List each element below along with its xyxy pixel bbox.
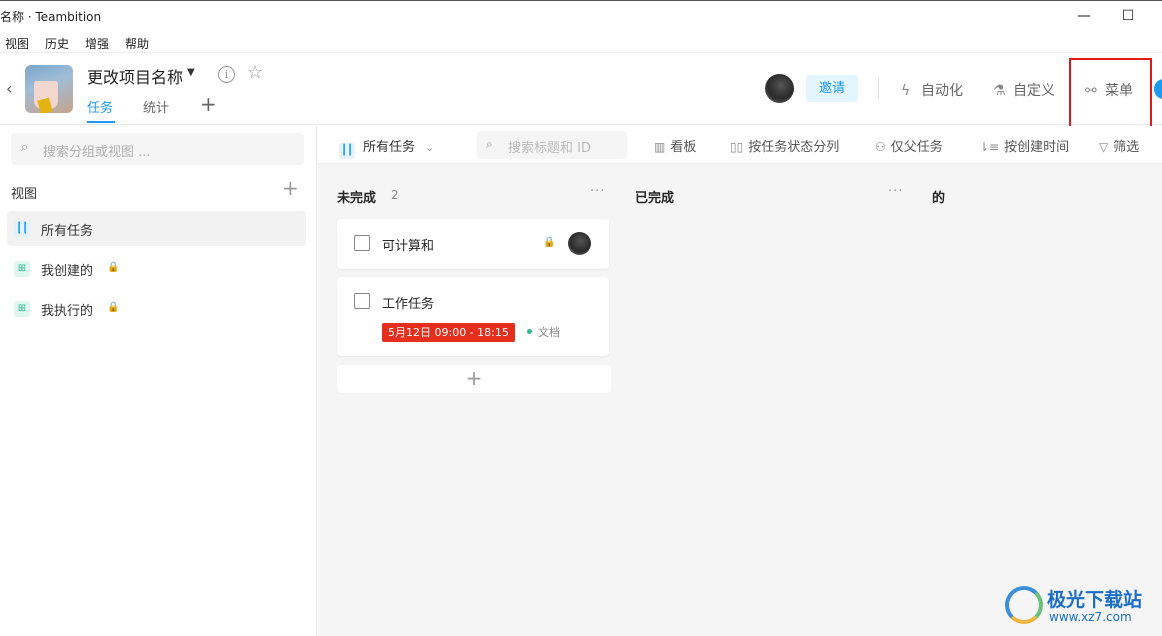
watermark-icon [1005, 586, 1043, 624]
view-bars-icon: ┃┃ [339, 143, 355, 159]
customize-label: 自定义 [1013, 83, 1055, 99]
edge-badge[interactable] [1154, 79, 1162, 99]
view-bars-icon: ┃┃ [14, 221, 30, 237]
watermark-logo: 极光下载站 www.xz7.com [1005, 583, 1157, 629]
add-view-icon[interactable]: + [282, 176, 299, 200]
chevron-down-icon: ⌄ [425, 141, 435, 154]
watermark-url: www.xz7.com [1049, 610, 1132, 624]
customize-button[interactable]: ⚗ 自定义 [993, 80, 1055, 100]
avatar[interactable] [568, 232, 591, 255]
board-toolbar: ┃┃ 所有任务 ⌄ ⌕ 搜索标题和 ID ▥ 看板 ▯▯ 按任务状态分列 ⚇ 仅父任务 ⇂… [318, 126, 1162, 164]
menu-view[interactable]: 视图 [5, 35, 29, 52]
views-section-title: 视图 [11, 187, 38, 202]
task-tag: 文档 [538, 326, 560, 339]
info-icon[interactable]: i [218, 66, 235, 83]
automation-button[interactable]: ϟ 自动化 [901, 80, 963, 100]
lock-icon: 🔒 [107, 262, 120, 273]
invite-button[interactable]: 邀请 [806, 75, 858, 102]
flask-icon: ⚗ [993, 83, 1006, 99]
sidebar: ⌕ 搜索分组或视图 ... 视图 + ┃┃ 所有任务 ⊞ 我创建的 🔒 ⊞ 我执… [0, 126, 317, 636]
task-card[interactable]: 可计算和 🔒 [337, 219, 609, 269]
hierarchy-icon: ⚇ [875, 140, 886, 154]
more-icon[interactable]: ··· [888, 184, 903, 199]
sidebar-search-placeholder: 搜索分组或视图 ... [43, 145, 151, 160]
group-by-status-label: 按任务状态分列 [748, 140, 840, 155]
lock-icon: 🔒 [543, 237, 556, 248]
task-checkbox[interactable] [354, 235, 370, 251]
divider [878, 78, 879, 99]
sidebar-item-label: 我执行的 [41, 304, 94, 319]
caret-down-icon[interactable]: ▼ [187, 67, 195, 78]
add-tab-icon[interactable]: + [200, 92, 217, 116]
search-icon: ⌕ [486, 137, 493, 151]
sort-button[interactable]: ⇂≡ 按创建时间 [979, 136, 1069, 155]
filter-icon: ▽ [1099, 140, 1109, 154]
search-icon: ⌕ [21, 140, 29, 155]
back-icon[interactable]: ‹ [6, 79, 12, 98]
task-card[interactable]: 工作任务 5月12日 09:00 - 18:15 文档 [337, 277, 609, 356]
lightning-icon: ϟ [901, 83, 911, 99]
menu-help[interactable]: 帮助 [125, 35, 149, 52]
view-selector-label: 所有任务 [363, 140, 416, 155]
menu-enhance[interactable]: 增强 [85, 35, 109, 52]
parent-only-button[interactable]: ⚇ 仅父任务 [875, 136, 943, 155]
highlight-box [1069, 58, 1152, 133]
column-count: 2 [391, 188, 399, 202]
group-by-status-button[interactable]: ▯▯ 按任务状态分列 [730, 136, 839, 155]
sidebar-item-assigned-to-me[interactable]: ⊞ 我执行的 🔒 [7, 291, 306, 326]
project-title[interactable]: 更改项目名称 [87, 64, 183, 88]
star-icon[interactable]: ☆ [247, 62, 263, 83]
column-title-third: 的 [932, 191, 946, 206]
filter-label: 筛选 [1113, 140, 1140, 155]
board-icon: ▥ [654, 140, 666, 154]
column-title-incomplete: 未完成 [337, 191, 377, 206]
avatar[interactable] [765, 74, 794, 103]
tag-dot [527, 329, 532, 334]
maximize-button[interactable]: ☐ [1116, 4, 1140, 28]
project-cover[interactable] [25, 65, 73, 113]
filter-button[interactable]: ▽ 筛选 [1099, 136, 1139, 155]
board-view-button[interactable]: ▥ 看板 [654, 136, 696, 155]
window-title: 名称 · Teambition [0, 10, 102, 24]
sort-icon: ⇂≡ [979, 140, 1000, 154]
board-view-label: 看板 [670, 140, 697, 155]
project-header: ‹ 更改项目名称 ▼ i ☆ 任务 统计 + 邀请 ϟ 自动化 ⚗ 自定义 ⚯ 菜单 [0, 53, 1162, 133]
watermark-title: 极光下载站 [1047, 589, 1143, 611]
tab-stats[interactable]: 统计 [143, 97, 169, 116]
view-table-icon: ⊞ [14, 261, 30, 277]
sidebar-item-label: 所有任务 [41, 224, 94, 239]
menu-history[interactable]: 历史 [45, 35, 69, 52]
sidebar-item-all-tasks[interactable]: ┃┃ 所有任务 [7, 211, 306, 246]
task-search-placeholder: 搜索标题和 ID [508, 141, 591, 156]
column-title-done: 已完成 [635, 191, 675, 206]
task-title: 可计算和 [382, 239, 435, 254]
minimize-button[interactable]: — [1072, 4, 1096, 28]
view-selector[interactable]: ┃┃ 所有任务 ⌄ [339, 136, 434, 159]
title-bar: 名称 · Teambition — ☐ [0, 0, 1162, 31]
parent-only-label: 仅父任务 [890, 140, 943, 155]
sidebar-search-input[interactable]: ⌕ 搜索分组或视图 ... [11, 133, 304, 165]
automation-label: 自动化 [921, 83, 963, 99]
more-icon[interactable]: ··· [590, 184, 605, 199]
task-search-input[interactable]: ⌕ 搜索标题和 ID [477, 131, 627, 159]
menu-bar: 视图 历史 增强 帮助 [0, 31, 1162, 53]
board-area: ┃┃ 所有任务 ⌄ ⌕ 搜索标题和 ID ▥ 看板 ▯▯ 按任务状态分列 ⚇ 仅父任务 ⇂… [318, 126, 1162, 636]
sidebar-item-label: 我创建的 [41, 264, 94, 279]
sidebar-item-created-by-me[interactable]: ⊞ 我创建的 🔒 [7, 251, 306, 286]
lock-icon: 🔒 [107, 302, 120, 313]
tab-tasks[interactable]: 任务 [87, 97, 113, 116]
due-date-badge: 5月12日 09:00 - 18:15 [382, 323, 515, 342]
columns-icon: ▯▯ [730, 140, 744, 154]
add-task-button[interactable]: + [337, 365, 611, 393]
task-title: 工作任务 [382, 297, 435, 312]
sort-label: 按创建时间 [1004, 140, 1070, 155]
task-checkbox[interactable] [354, 293, 370, 309]
view-table-icon: ⊞ [14, 301, 30, 317]
active-tab-indicator [87, 121, 115, 123]
